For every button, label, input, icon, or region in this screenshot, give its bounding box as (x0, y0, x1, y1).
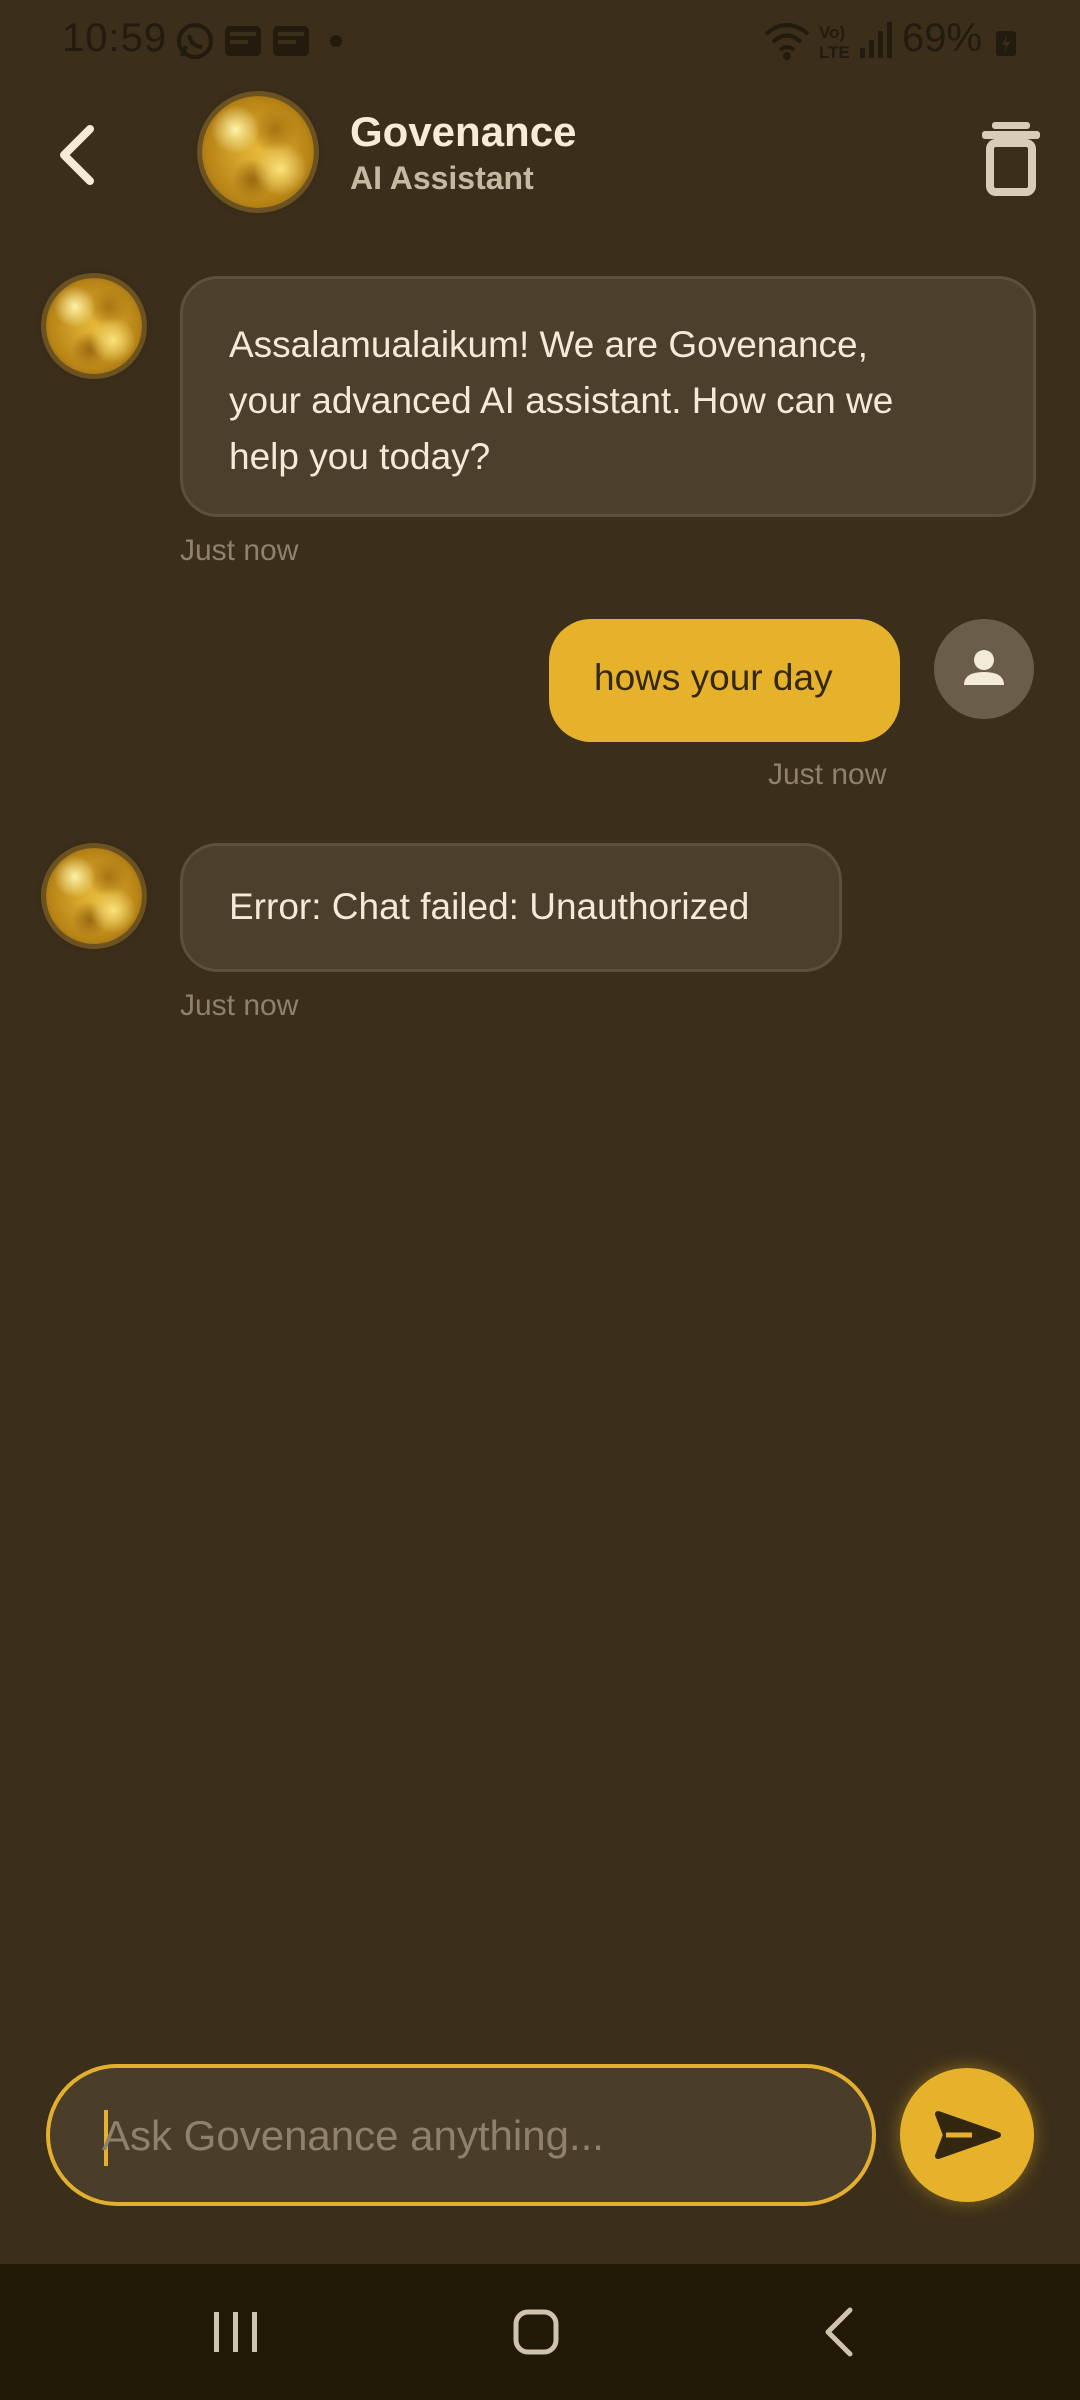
chat-header: Govenance AI Assistant (0, 80, 1080, 230)
whatsapp-icon (177, 23, 213, 59)
message-line: Assalamualaikum! We are Govenance, (229, 324, 868, 365)
battery-percent: 69% (902, 16, 983, 60)
user-avatar (934, 619, 1034, 719)
user-message-bubble: hows your day (549, 619, 900, 742)
person-icon (964, 650, 1004, 685)
svg-text:LTE: LTE (819, 43, 850, 62)
message-timestamp: Just now (768, 758, 887, 791)
send-icon (935, 2111, 1001, 2159)
message-line: your advanced AI assistant. How can we (229, 380, 894, 421)
assistant-subtitle: AI Assistant (350, 160, 534, 196)
message-input-container[interactable] (46, 2064, 876, 2206)
bot-avatar (46, 278, 142, 374)
bot-message-bubble: Assalamualaikum! We are Govenance, your … (180, 276, 1036, 517)
wifi-icon (764, 23, 810, 60)
news-icon (273, 26, 309, 56)
signal-icon (860, 22, 892, 58)
message-timestamp: Just now (180, 534, 299, 567)
message-text: hows your day (594, 657, 833, 698)
home-icon[interactable] (496, 2294, 576, 2370)
status-bar: 10:59 Vo) LTE 69% (0, 0, 1080, 80)
back-arrow-icon[interactable] (40, 115, 120, 195)
send-button[interactable] (900, 2068, 1034, 2202)
battery-charging-icon (996, 31, 1016, 56)
volte-icon: Vo) LTE (819, 23, 850, 62)
system-nav-bar (0, 2264, 1080, 2400)
message-text: Error: Chat failed: Unauthorized (229, 886, 750, 927)
bot-avatar (46, 848, 142, 944)
svg-text:Vo): Vo) (819, 23, 845, 42)
news-icon (225, 26, 261, 56)
message-line: help you today? (229, 436, 491, 477)
trash-icon[interactable] (976, 120, 1046, 196)
message-input[interactable] (100, 2068, 844, 2204)
assistant-avatar (202, 96, 314, 208)
recent-apps-icon[interactable] (196, 2294, 276, 2370)
bot-message-bubble: Error: Chat failed: Unauthorized (180, 843, 842, 972)
assistant-name: Govenance (350, 108, 577, 155)
nav-back-icon[interactable] (800, 2294, 880, 2370)
status-time: 10:59 (62, 16, 168, 60)
message-timestamp: Just now (180, 989, 299, 1022)
chat-screen: 10:59 Vo) LTE 69% Govenance AI Assistant… (0, 0, 1080, 2400)
dot-icon (330, 35, 342, 47)
